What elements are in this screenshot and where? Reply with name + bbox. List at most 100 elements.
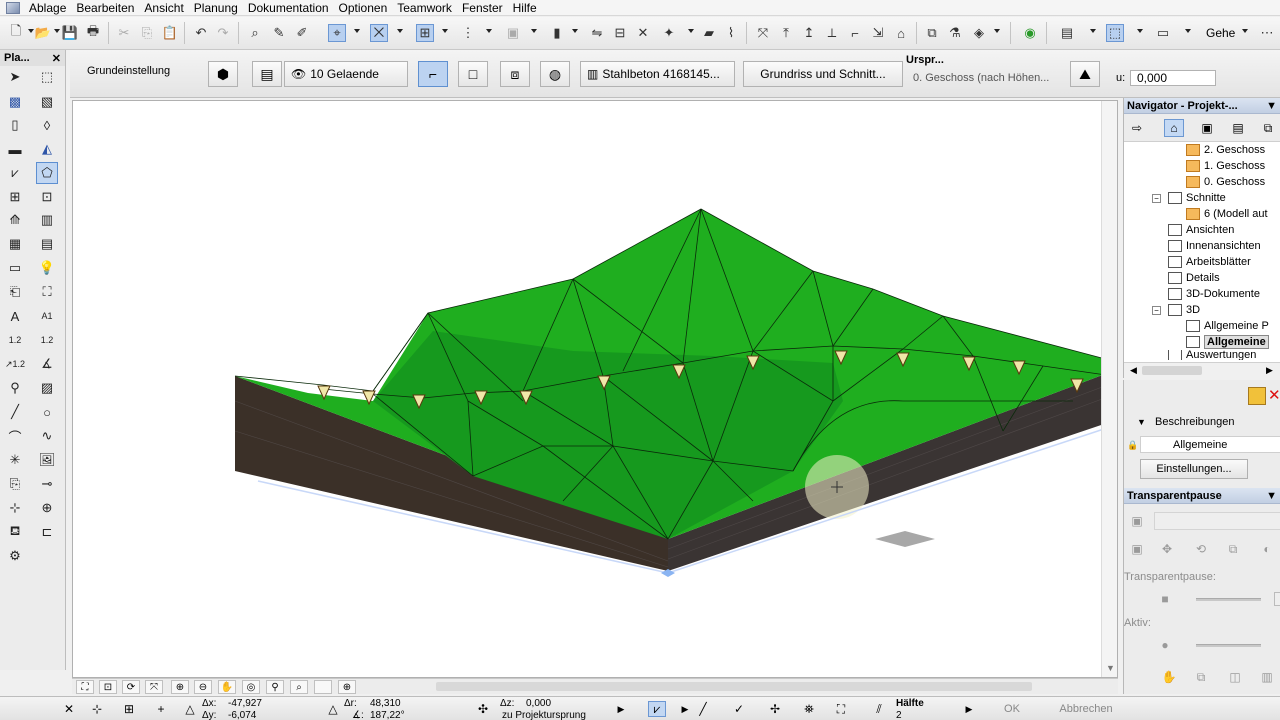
resize-icon[interactable]: ⇲ — [869, 24, 887, 42]
grid-dropdown-icon[interactable] — [486, 29, 492, 33]
settings-dialog-icon[interactable]: ⬢ — [208, 61, 238, 87]
level-dimension-tool-icon[interactable]: 1.2 — [36, 329, 58, 351]
group-icon[interactable]: ▣ — [504, 24, 522, 42]
tree-item-details[interactable]: Details — [1168, 270, 1220, 286]
interior-elevation-tool-icon[interactable]: ⛾ — [4, 521, 26, 543]
render-dropdown-icon[interactable] — [994, 29, 1000, 33]
goto-label[interactable]: Gehe — [1206, 26, 1235, 40]
dimension-tool-icon[interactable]: 1.2 — [4, 329, 26, 351]
zoom-window-icon[interactable]: ⊡ — [99, 680, 117, 694]
goto-dropdown-icon[interactable] — [1242, 29, 1248, 33]
adjust-icon[interactable]: ⤒ — [777, 24, 795, 42]
terrain-mesh[interactable] — [73, 101, 1118, 678]
trace-pan-icon[interactable]: ✋ — [1158, 668, 1180, 686]
save-icon[interactable]: 💾 — [61, 24, 79, 42]
radial-dimension-tool-icon[interactable]: ↗1.2 — [4, 353, 26, 375]
table-icon[interactable]: ⊟ — [611, 24, 629, 42]
copy-icon[interactable]: ⎘ — [138, 24, 156, 42]
find-select-icon[interactable]: ⌕ — [246, 24, 264, 42]
app-icon[interactable] — [6, 1, 20, 14]
elevation-icon[interactable]: ▮ — [548, 24, 566, 42]
window-dropdown-icon[interactable] — [1185, 29, 1191, 33]
scroll-left-icon[interactable]: ◀ — [1130, 365, 1137, 376]
project-map-icon[interactable]: ⌂ — [1164, 119, 1184, 137]
trace-split-icon[interactable]: ◫ — [1224, 668, 1246, 686]
dz-dropdown-icon[interactable]: ▶ — [612, 701, 630, 717]
scroll-right-icon[interactable]: ▶ — [1266, 365, 1273, 376]
railing-tool-icon[interactable]: ▤ — [36, 233, 58, 255]
close-coords-icon[interactable]: ✕ — [60, 701, 78, 717]
open-dropdown-icon[interactable] — [54, 29, 60, 33]
pause-opacity-slider[interactable] — [1196, 598, 1261, 601]
offset-icon[interactable]: ↥ — [800, 24, 818, 42]
snap-dropdown-icon[interactable]: ▶ — [676, 701, 694, 717]
window-tool-icon[interactable]: ⊞ — [4, 186, 26, 208]
window-icon[interactable]: ▭ — [1154, 24, 1172, 42]
navigator-menu-icon[interactable]: ▼ — [1266, 100, 1277, 112]
snap-guides-icon[interactable]: ⊞ — [416, 24, 434, 42]
trace-source-field[interactable] — [1154, 512, 1280, 530]
elevation-tool-icon[interactable]: ⛶ — [36, 281, 58, 303]
half-value[interactable]: 2 — [896, 710, 902, 720]
navigator-horizontal-scrollbar[interactable]: ◀ ▶ — [1124, 362, 1280, 378]
object-tool-icon[interactable]: ▩ — [4, 91, 26, 113]
mesh-elevation-icon[interactable]: ⛰ — [1070, 61, 1100, 87]
active-color-icon[interactable]: ● — [1154, 636, 1176, 654]
elevation-dropdown-icon[interactable] — [572, 29, 578, 33]
palette-close-icon[interactable]: ✕ — [52, 52, 61, 65]
cursor-plus-icon[interactable]: + — [152, 701, 170, 717]
viewport-vertical-scrollbar[interactable]: ▼ — [1101, 101, 1117, 677]
guideline-icon[interactable]: ╱ — [694, 701, 712, 717]
trace-rotate-icon[interactable]: ⟲ — [1190, 540, 1212, 558]
navigate-icon[interactable]: ⊕ — [338, 680, 356, 694]
material-select[interactable]: ▥ Stahlbeton 4168145... — [580, 61, 735, 87]
relative-icon[interactable]: ✢ — [766, 701, 784, 717]
magic-wand-icon[interactable]: ✦ — [660, 24, 678, 42]
mirror-icon[interactable]: ⌂ — [892, 24, 910, 42]
half-dropdown-icon[interactable]: ▶ — [960, 701, 978, 717]
menu-dokumentation[interactable]: Dokumentation — [243, 0, 334, 16]
zoom-in-icon[interactable]: ⊕ — [171, 680, 189, 694]
zoom-tool-icon[interactable]: ⌕ — [290, 680, 308, 694]
render-icon[interactable]: ◈ — [970, 24, 988, 42]
grid-snap-icon[interactable]: ⋮ — [459, 24, 477, 42]
ok-button[interactable]: OK — [990, 700, 1034, 718]
pause-color-icon[interactable]: ■ — [1154, 590, 1176, 608]
view-settings-button[interactable]: Grundriss und Schnitt... — [743, 61, 903, 87]
groups-dropdown-icon[interactable] — [397, 29, 403, 33]
figure-tool-icon[interactable]: 🖼 — [36, 449, 58, 471]
tree-item-allgemeine-axonometrie[interactable]: Allgemeine — [1186, 334, 1269, 350]
description-name-field[interactable]: Allgemeine — [1140, 436, 1280, 453]
new-description-icon[interactable] — [1248, 387, 1266, 405]
eyedropper-icon[interactable]: ✎ — [270, 24, 288, 42]
menu-planung[interactable]: Planung — [189, 0, 243, 16]
slab-icon[interactable]: ▰ — [700, 24, 718, 42]
tree-item-schnitte[interactable]: Schnitte — [1168, 190, 1226, 206]
pan-hand-icon[interactable]: ✋ — [218, 680, 236, 694]
beam-tool-icon[interactable]: ▬ — [4, 138, 26, 160]
publisher-icon[interactable]: ⧉ — [1258, 119, 1278, 137]
pin-tool-icon[interactable]: ⚲ — [4, 377, 26, 399]
trace-show-icon[interactable]: ▣ — [1126, 540, 1148, 558]
tree-item-arbeitsblaetter[interactable]: Arbeitsblätter — [1168, 254, 1251, 270]
split-icon[interactable]: ⤧ — [754, 24, 772, 42]
wand-dropdown-icon[interactable] — [688, 29, 694, 33]
explode-icon[interactable]: ⇋ — [588, 24, 606, 42]
layer-icon[interactable]: ▤ — [252, 61, 282, 87]
layout-dropdown-icon[interactable] — [1090, 29, 1096, 33]
menu-ansicht[interactable]: Ansicht — [139, 0, 188, 16]
pause-stepper[interactable] — [1274, 592, 1280, 606]
expand-schnitte-icon[interactable]: − — [1152, 194, 1161, 203]
corner-window-tool-icon[interactable]: ⊏ — [36, 521, 58, 543]
tree-item-allgemeine-perspektive[interactable]: Allgemeine P — [1186, 318, 1269, 334]
undo-icon[interactable]: ↶ — [192, 24, 210, 42]
orbit-icon[interactable]: ◎ — [242, 680, 260, 694]
settings-button[interactable]: Einstellungen... — [1140, 459, 1248, 479]
plan-view-icon[interactable]: ⧉ — [923, 24, 941, 42]
label-tool-icon[interactable]: A1 — [36, 305, 58, 327]
zoom-fit-icon[interactable]: ⛶ — [76, 680, 94, 694]
group-dropdown-icon[interactable] — [531, 29, 537, 33]
descriptions-collapse-icon[interactable]: ▼ — [1137, 417, 1146, 427]
section-tool-icon[interactable]: ⎗ — [4, 281, 26, 303]
special-snap-icon[interactable]: ⩗ — [648, 701, 666, 717]
